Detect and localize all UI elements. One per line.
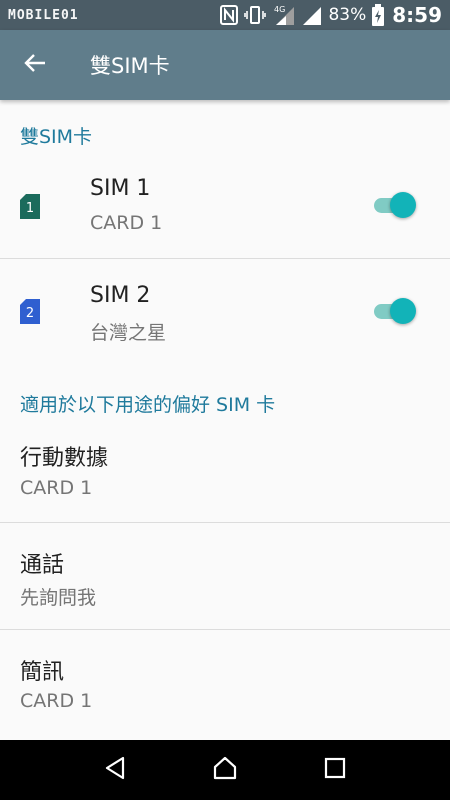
toolbar: 雙SIM卡 bbox=[0, 30, 450, 100]
nav-home-button[interactable] bbox=[195, 740, 255, 800]
sim-row-1[interactable]: 1 SIM 1 CARD 1 bbox=[0, 160, 450, 258]
sim-slot-number: 1 bbox=[26, 201, 34, 216]
toggle-thumb bbox=[390, 192, 416, 218]
network-type-label: 4G bbox=[274, 5, 285, 14]
sim-card-icon: 2 bbox=[20, 299, 40, 324]
sim-1-toggle[interactable] bbox=[374, 190, 416, 220]
battery-percent: 83% bbox=[328, 5, 367, 25]
pref-row-calls[interactable]: 通話 先詢問我 bbox=[0, 523, 450, 629]
section-header-dual-sim: 雙SIM卡 bbox=[20, 126, 93, 148]
pref-value: 先詢問我 bbox=[20, 587, 97, 609]
dual-sim-settings-screen: MOBILE01 4G 83% 8:59 雙SIM卡 雙SIM卡 1 SIM 1… bbox=[0, 0, 450, 800]
nav-recents-button[interactable] bbox=[305, 740, 365, 800]
pref-title: 簡訊 bbox=[20, 660, 65, 685]
page-title: 雙SIM卡 bbox=[90, 54, 170, 78]
status-bar: MOBILE01 4G 83% 8:59 bbox=[0, 0, 450, 30]
pref-title: 行動數據 bbox=[20, 446, 109, 471]
sim-row-2[interactable]: 2 SIM 2 台灣之星 bbox=[0, 259, 450, 369]
sim-slot-number: 2 bbox=[26, 306, 34, 321]
back-button[interactable] bbox=[0, 30, 70, 100]
toggle-thumb bbox=[390, 298, 416, 324]
sim-title: SIM 2 bbox=[90, 283, 151, 308]
nfc-icon bbox=[220, 5, 239, 25]
home-icon bbox=[212, 756, 238, 784]
back-triangle-icon bbox=[104, 756, 126, 784]
status-icons: 4G 83% 8:59 bbox=[220, 3, 442, 27]
watermark-logo: MOBILE01 bbox=[8, 7, 79, 23]
sim-title: SIM 1 bbox=[90, 176, 151, 201]
sim-carrier: CARD 1 bbox=[90, 212, 163, 234]
navigation-bar bbox=[0, 740, 450, 800]
pref-value: CARD 1 bbox=[20, 690, 93, 712]
signal-icon bbox=[302, 4, 322, 26]
recents-square-icon bbox=[324, 757, 346, 783]
pref-value: CARD 1 bbox=[20, 477, 93, 499]
section-header-preferred-sim: 適用於以下用途的偏好 SIM 卡 bbox=[20, 394, 276, 416]
sim-carrier: 台灣之星 bbox=[90, 322, 167, 344]
vibrate-icon bbox=[244, 5, 267, 25]
nav-back-button[interactable] bbox=[85, 740, 145, 800]
sim-card-icon: 1 bbox=[20, 194, 40, 219]
clock: 8:59 bbox=[392, 3, 442, 27]
pref-row-mobile-data[interactable]: 行動數據 CARD 1 bbox=[0, 424, 450, 522]
sim-2-toggle[interactable] bbox=[374, 296, 416, 326]
arrow-back-icon bbox=[24, 53, 46, 77]
signal-icon: 4G bbox=[272, 4, 296, 26]
pref-row-sms[interactable]: 簡訊 CARD 1 bbox=[0, 630, 450, 738]
battery-charging-icon bbox=[372, 4, 385, 26]
pref-title: 通話 bbox=[20, 553, 65, 578]
